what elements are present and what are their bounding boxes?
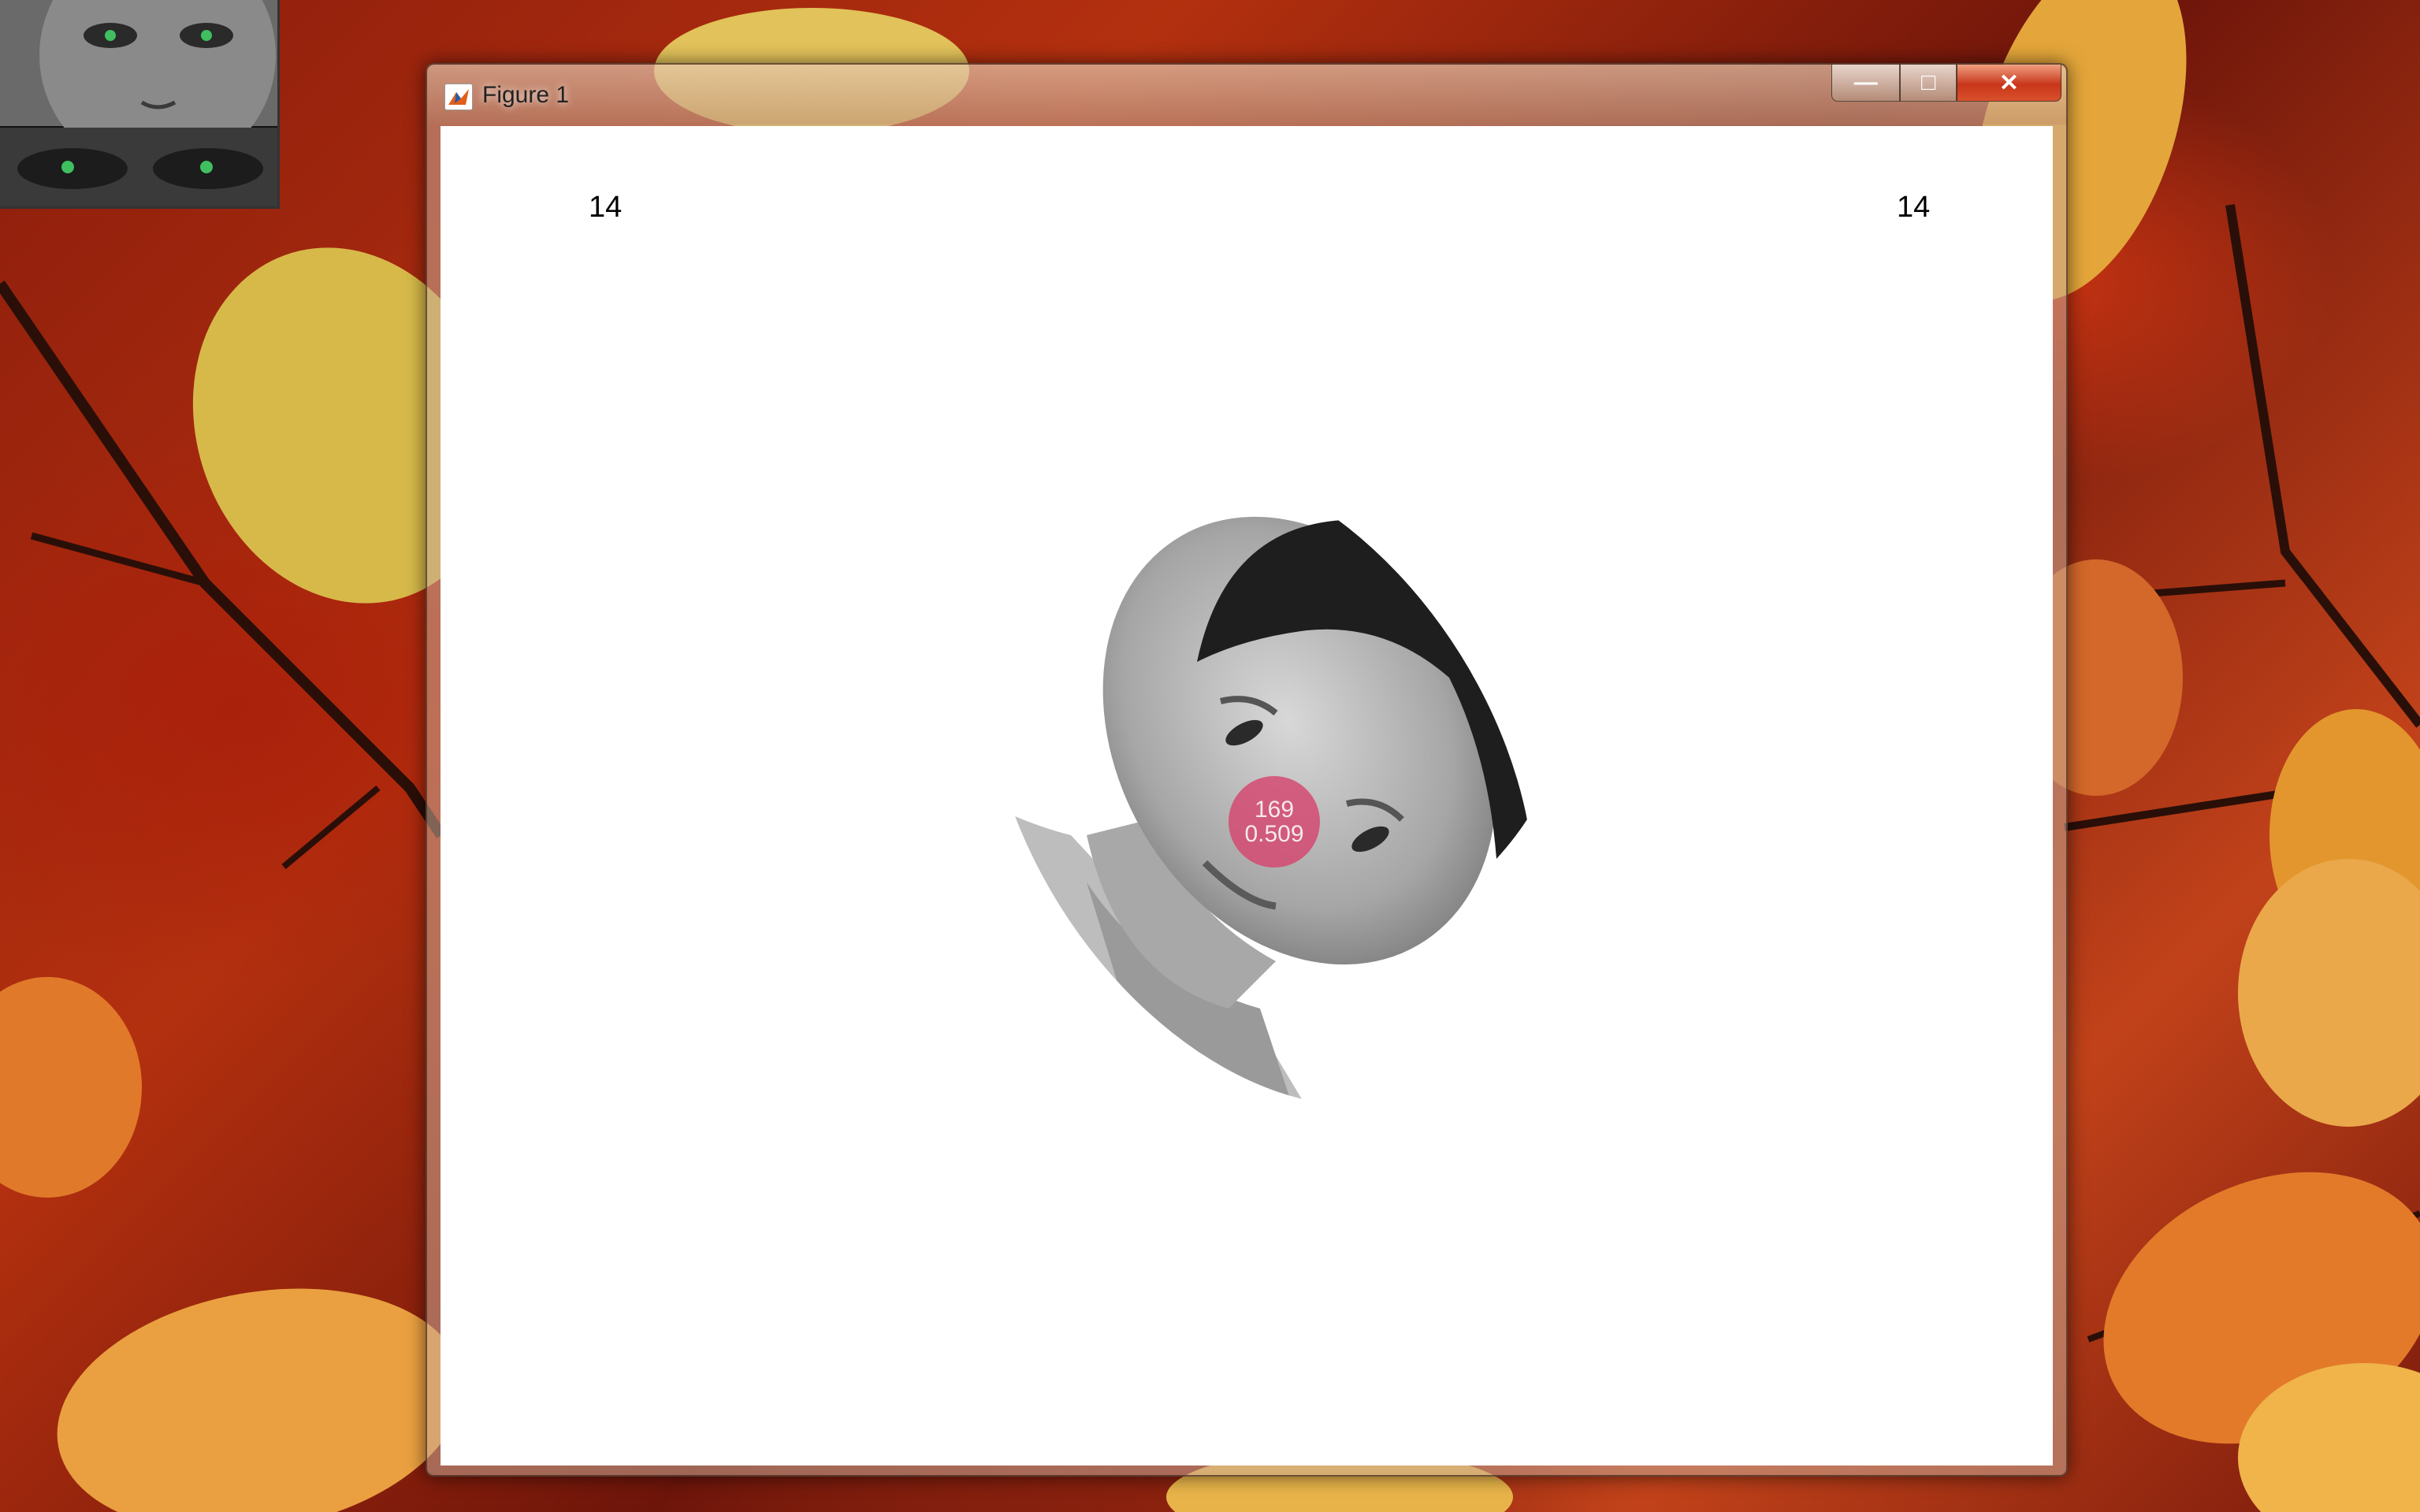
gaze-marker: 169 0.509 bbox=[1229, 776, 1320, 867]
corner-label-top-left: 14 bbox=[589, 191, 623, 224]
maximize-button[interactable]: □ bbox=[1900, 65, 1957, 102]
close-icon: ✕ bbox=[1998, 69, 2020, 96]
maximize-icon: □ bbox=[1921, 69, 1936, 95]
eye-tracker-camera-image bbox=[0, 0, 277, 206]
figure-window[interactable]: Figure 1 — □ ✕ 14 14 169 0.509 bbox=[426, 63, 2068, 1477]
webcam-preview bbox=[0, 0, 280, 209]
gaze-marker-count: 169 bbox=[1254, 796, 1295, 823]
gaze-marker-value: 0.509 bbox=[1244, 821, 1304, 847]
minimize-icon: — bbox=[1853, 69, 1878, 95]
minimize-button[interactable]: — bbox=[1831, 65, 1901, 102]
figure-canvas[interactable]: 14 14 14 14 169 0.509 bbox=[441, 126, 2053, 1466]
window-title: Figure 1 bbox=[482, 82, 570, 108]
close-button[interactable]: ✕ bbox=[1956, 65, 2061, 102]
window-titlebar[interactable]: Figure 1 — □ ✕ bbox=[427, 65, 2066, 124]
matlab-figure-icon bbox=[444, 84, 473, 110]
caption-buttons: — □ ✕ bbox=[1831, 65, 2061, 102]
corner-label-top-right: 14 bbox=[1897, 191, 1931, 224]
